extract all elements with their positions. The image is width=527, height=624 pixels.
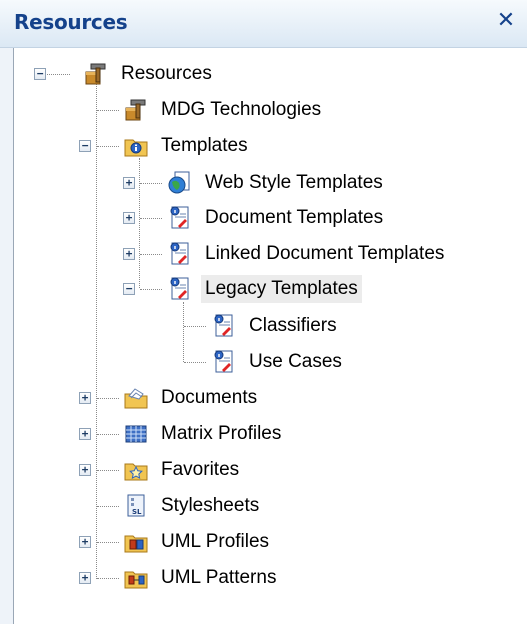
tree-node-label: Classifiers (249, 315, 337, 336)
matrix-grid-icon (125, 425, 147, 443)
tree-node-document-templates[interactable]: Document Templates (167, 201, 387, 235)
tree-hline (97, 146, 119, 147)
uml-profile-icon (124, 535, 148, 553)
expand-toggle[interactable]: + (79, 464, 91, 476)
tree-hline (184, 326, 206, 327)
hammer-box-icon (125, 99, 146, 121)
panel-title: Resources (14, 10, 128, 34)
tree-node-stylesheets[interactable]: SL Stylesheets (123, 489, 263, 523)
tree-node-favorites[interactable]: Favorites (123, 453, 243, 487)
tree-hline (140, 254, 162, 255)
tree-hline (97, 506, 119, 507)
tree-hline (140, 289, 162, 290)
documents-folder-icon (124, 388, 148, 409)
tree-hline (97, 578, 119, 579)
tree-line-legacy (183, 302, 184, 362)
tree-node-label: Matrix Profiles (161, 423, 282, 444)
panel-titlebar: Resources ✕ (0, 0, 527, 48)
tree-node-uml-patterns[interactable]: UML Patterns (123, 561, 280, 595)
tree-node-templates[interactable]: Templates (123, 129, 252, 163)
tree-node-label: Documents (161, 387, 258, 408)
expand-toggle[interactable]: + (79, 392, 91, 404)
expand-toggle[interactable]: + (123, 177, 135, 189)
tree-node-label: Favorites (161, 459, 240, 480)
tree-node-mdg-technologies[interactable]: MDG Technologies (123, 93, 325, 127)
tree-node-classifiers[interactable]: Classifiers (211, 309, 341, 343)
tree-node-linked-document-templates[interactable]: Linked Document Templates (167, 237, 448, 271)
tree-node-label: MDG Technologies (161, 99, 322, 120)
tree-node-web-style-templates[interactable]: Web Style Templates (167, 166, 387, 200)
tree-hline (97, 470, 119, 471)
tree-node-label: UML Profiles (161, 531, 270, 552)
document-template-icon (214, 314, 233, 337)
tree-node-label: Use Cases (249, 351, 342, 372)
expand-toggle[interactable]: + (79, 428, 91, 440)
collapse-toggle[interactable]: − (79, 140, 91, 152)
svg-text:SL: SL (132, 508, 142, 516)
document-template-icon (170, 206, 189, 229)
tree-node-label: Legacy Templates (201, 275, 362, 303)
expand-toggle[interactable]: + (79, 536, 91, 548)
favorites-folder-icon (124, 463, 148, 481)
tree-node-label: Document Templates (205, 207, 384, 228)
document-template-icon (214, 350, 233, 373)
expand-toggle[interactable]: + (123, 248, 135, 260)
panel-left-gutter (0, 48, 13, 624)
tree-node-legacy-templates[interactable]: Legacy Templates (167, 272, 362, 306)
folder-info-icon (124, 139, 148, 157)
tree-hline (97, 398, 119, 399)
globe-document-icon (168, 171, 190, 194)
tree-hline (140, 218, 162, 219)
tree-node-matrix-profiles[interactable]: Matrix Profiles (123, 417, 285, 451)
stylesheet-icon: SL (127, 494, 145, 517)
tree-node-documents[interactable]: Documents (123, 381, 261, 415)
document-template-icon (170, 277, 189, 300)
tree-node-label: Web Style Templates (205, 172, 383, 193)
hammer-box-icon (85, 63, 106, 85)
tree-hline (97, 542, 119, 543)
expand-toggle[interactable]: + (79, 572, 91, 584)
tree-node-label: Resources (121, 63, 212, 84)
tree-node-label: UML Patterns (161, 567, 277, 588)
collapse-toggle[interactable]: − (123, 283, 135, 295)
tree-node-label: Linked Document Templates (205, 243, 445, 264)
resources-panel: Resources ✕ − − + + + − + + + + + Resour… (0, 0, 527, 624)
tree-hline (140, 183, 162, 184)
close-icon[interactable]: ✕ (493, 6, 519, 36)
document-template-icon (170, 242, 189, 265)
tree-node-label: Templates (161, 135, 248, 156)
tree-hline (97, 110, 119, 111)
expand-toggle[interactable]: + (123, 212, 135, 224)
tree-node-resources[interactable]: Resources (83, 57, 216, 91)
tree-line-templates (139, 158, 140, 288)
tree-hline (97, 434, 119, 435)
tree-node-label: Stylesheets (161, 495, 260, 516)
collapse-toggle[interactable]: − (34, 68, 46, 80)
tree-line-root (96, 84, 97, 579)
tree-node-uml-profiles[interactable]: UML Profiles (123, 525, 273, 559)
uml-pattern-icon (124, 571, 148, 589)
tree-hline (184, 362, 206, 363)
tree-node-use-cases[interactable]: Use Cases (211, 345, 346, 379)
